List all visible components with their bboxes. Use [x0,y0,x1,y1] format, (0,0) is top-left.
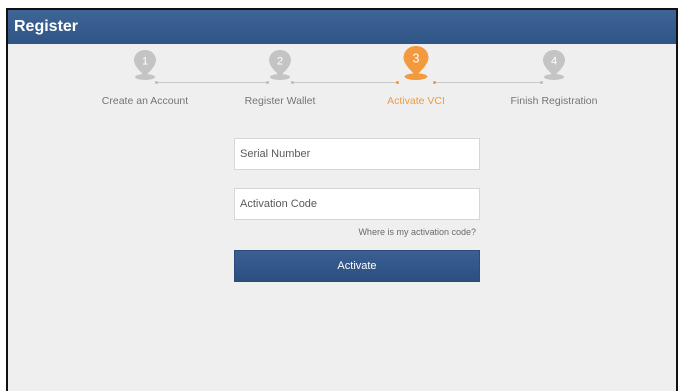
step-1-marker-icon: 1 [134,50,156,80]
activate-button[interactable]: Activate [234,250,480,282]
step-label: Register Wallet [244,95,316,107]
step-2-marker-icon: 2 [269,50,291,80]
title-bar: Register [8,10,676,44]
registration-stepper: 1 Create an Account 2 Register Wallet 3 … [8,44,676,114]
step-3-marker-icon: 3 [403,46,429,80]
activation-code-input[interactable] [234,188,480,220]
app-window: Register 1 Create an Account 2 Register … [6,8,678,391]
svg-text:3: 3 [413,51,420,65]
step-label: Finish Registration [510,95,598,107]
svg-text:2: 2 [277,56,283,68]
activation-code-help-link[interactable]: Where is my activation code? [358,227,476,237]
page-title: Register [14,18,79,35]
step-connector [433,81,543,84]
step-label: Create an Account [101,95,189,107]
serial-number-input[interactable] [234,138,480,170]
step-connector [291,81,399,84]
step-connector [155,81,269,84]
step-label: Activate VCI [387,95,445,107]
step-4-marker-icon: 4 [543,50,565,80]
svg-text:4: 4 [551,56,557,68]
svg-text:1: 1 [142,56,148,68]
